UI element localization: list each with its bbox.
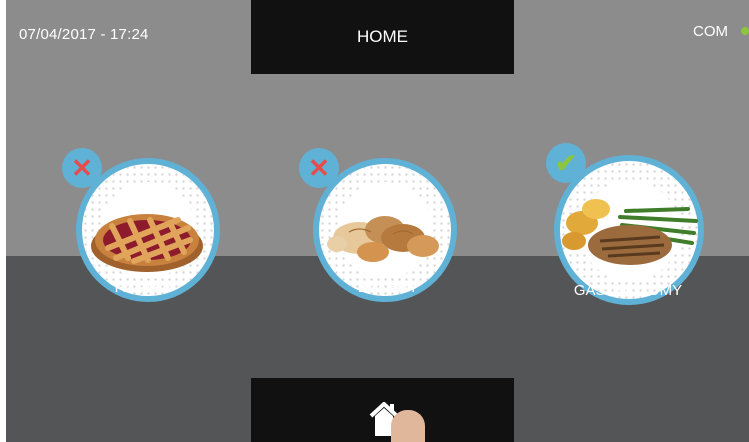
gastronomy-status-check-icon: ✔ [546, 143, 586, 183]
com-status-indicator [741, 27, 749, 35]
bakery-status-x-icon: ✕ [299, 148, 339, 188]
pastry-label[interactable]: PASTRY [44, 279, 244, 296]
gastronomy-image [562, 199, 698, 265]
page-title-bar: HOME [251, 0, 514, 74]
bakery-image [327, 216, 439, 262]
pointing-finger [391, 410, 425, 442]
pastry-status-x-icon: ✕ [62, 148, 102, 188]
com-status-label: COM [693, 23, 728, 40]
datetime-display: 07/04/2017 - 17:24 [19, 26, 149, 43]
pastry-image [91, 214, 203, 272]
bakery-label[interactable]: BAKERY [288, 279, 488, 296]
home-screen: 07/04/2017 - 17:24 HOME COM ✕ PASTRY ✕ B… [6, 0, 749, 442]
home-button-bar[interactable] [251, 378, 514, 442]
gastronomy-label[interactable]: GASTRONOMY [528, 282, 728, 299]
page-title: HOME [357, 27, 408, 46]
